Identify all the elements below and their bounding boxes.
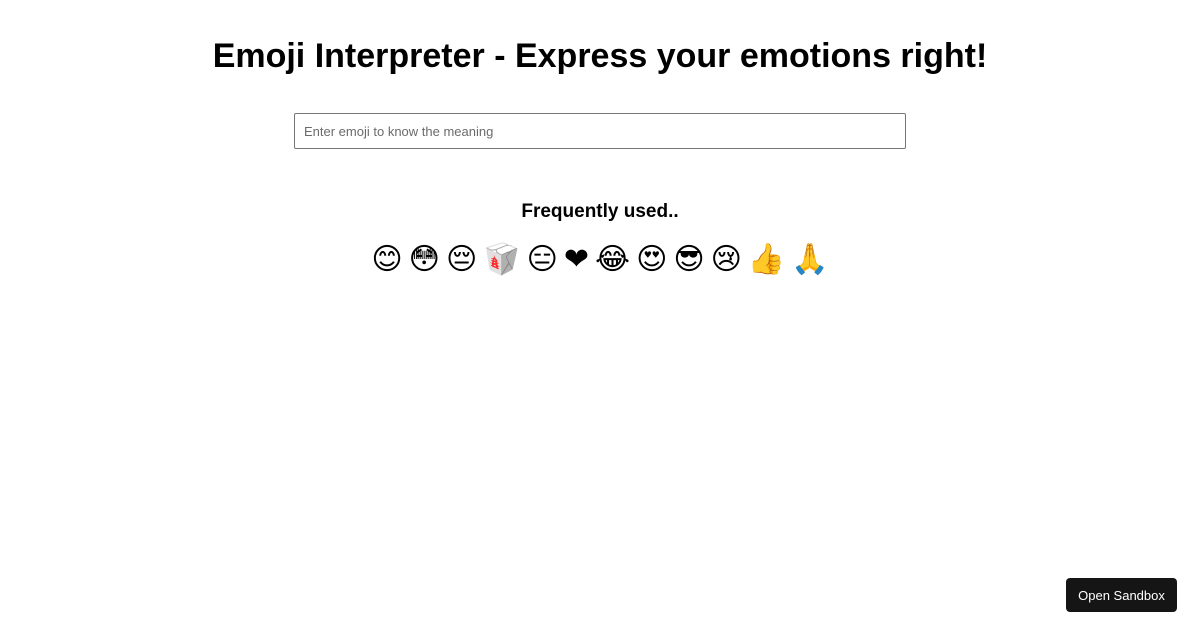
emoji-item[interactable]: 😍 — [636, 240, 667, 280]
emoji-item[interactable]: 🙏 — [791, 240, 828, 280]
page-title: Emoji Interpreter - Express your emotion… — [212, 37, 988, 75]
emoji-item[interactable]: 👍 — [748, 240, 785, 280]
emoji-item[interactable]: 😎 — [673, 240, 704, 280]
emoji-item[interactable]: 😑 — [527, 240, 558, 280]
page: Emoji Interpreter - Express your emotion… — [0, 0, 1200, 630]
emoji-item[interactable]: 😔 — [446, 240, 477, 280]
emoji-item[interactable]: ❤ — [564, 240, 589, 280]
emoji-search-input[interactable] — [294, 113, 906, 149]
emoji-item[interactable]: 😊 — [371, 240, 402, 280]
open-sandbox-button[interactable]: Open Sandbox — [1066, 578, 1177, 612]
emoji-item[interactable]: 😂 — [595, 240, 630, 280]
emoji-item[interactable]: 🥡 — [483, 240, 520, 280]
emoji-item[interactable]: 😢 — [711, 240, 742, 280]
emoji-item[interactable]: 😳 — [409, 240, 440, 280]
frequently-used-heading: Frequently used.. — [521, 201, 679, 222]
frequently-used-emoji-list: 😊 😳 😔 🥡 😑 ❤ 😂 😍 😎 😢 👍 🙏 — [0, 240, 1200, 280]
